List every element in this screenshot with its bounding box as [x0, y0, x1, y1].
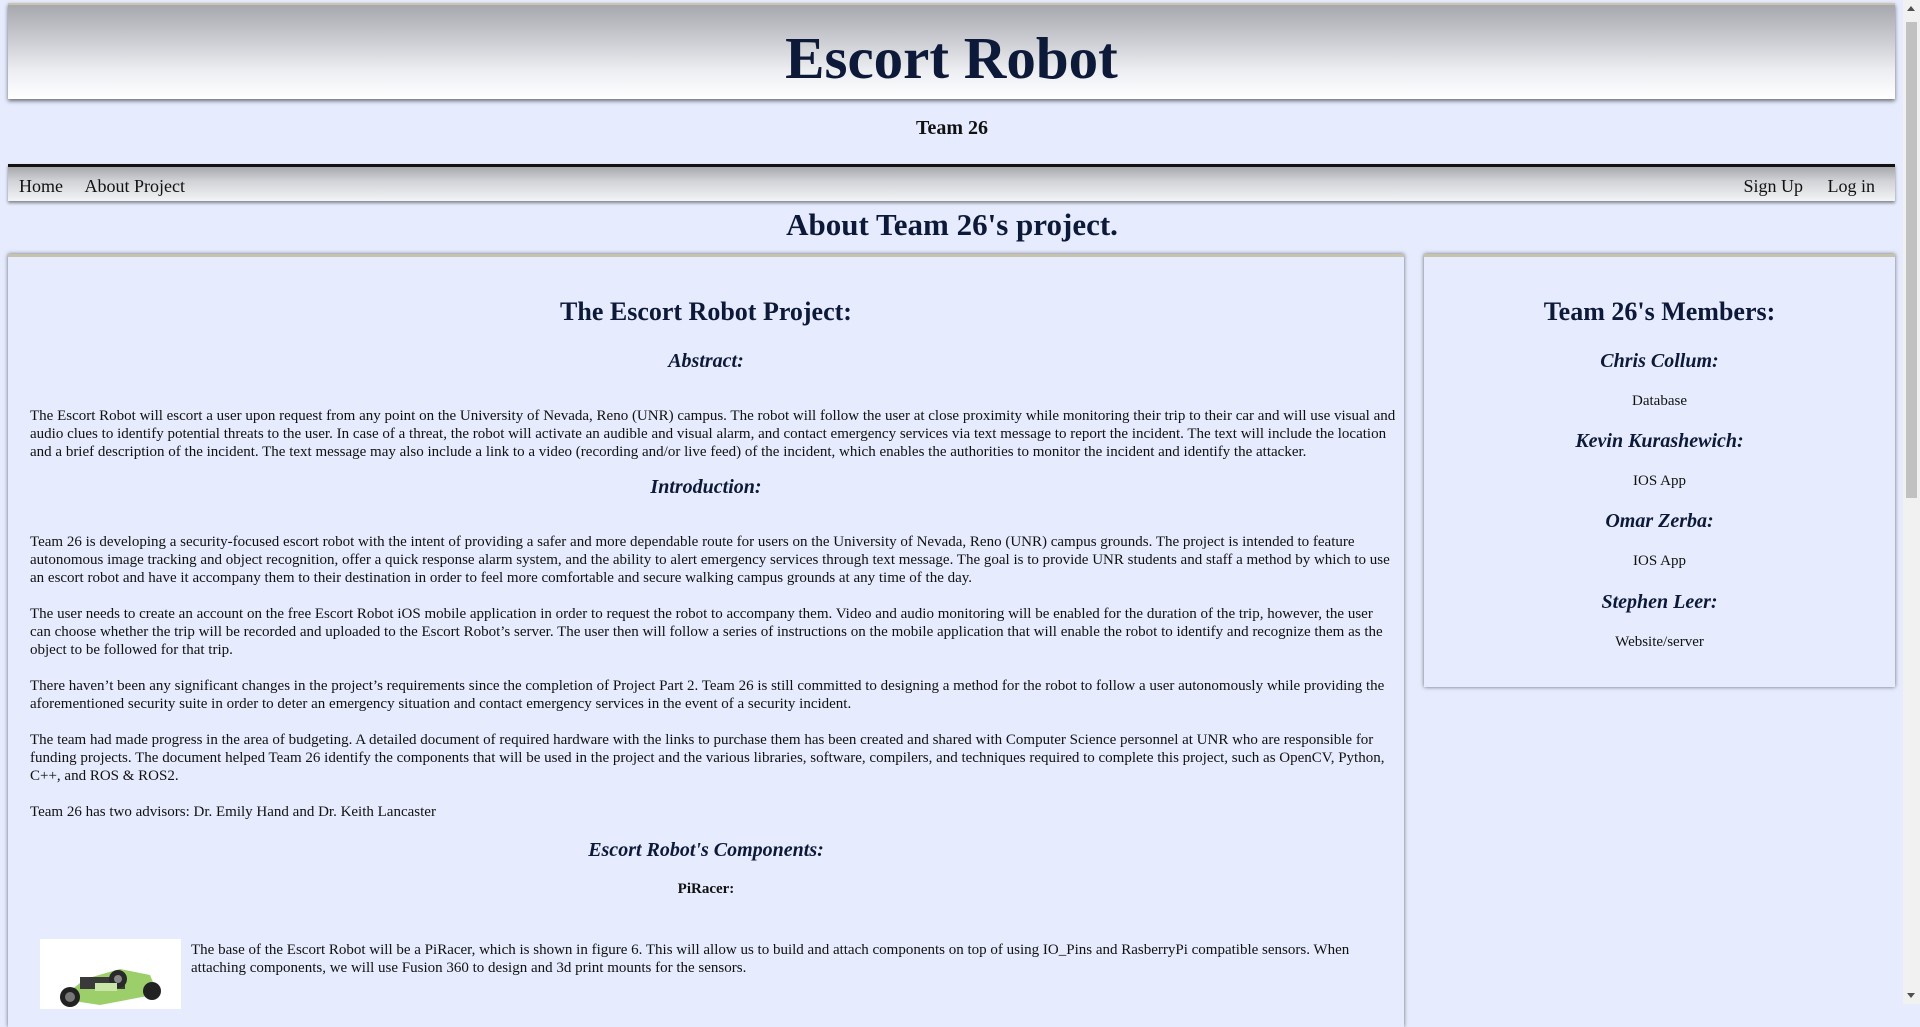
- scrollbar-thumb[interactable]: [1906, 22, 1917, 498]
- member-name: Omar Zerba:: [1605, 510, 1714, 532]
- nav-log-in[interactable]: Log in: [1828, 176, 1876, 196]
- scroll-down-arrow-icon[interactable]: [1907, 993, 1915, 998]
- member-role: IOS App: [1633, 473, 1686, 489]
- member-name: Stephen Leer:: [1601, 591, 1718, 613]
- nav-sign-up[interactable]: Sign Up: [1743, 176, 1803, 196]
- piracer-image: [40, 939, 181, 1009]
- components-heading: Escort Robot's Components:: [588, 839, 824, 861]
- site-header: Escort Robot: [8, 3, 1895, 99]
- nav-home[interactable]: Home: [19, 176, 63, 196]
- nav-bar: Home About Project Sign Up Log in: [8, 164, 1895, 201]
- team-subtitle: Team 26: [915, 117, 989, 139]
- member-name: Chris Collum:: [1600, 350, 1719, 372]
- member-role: Website/server: [1615, 634, 1704, 650]
- project-heading: The Escort Robot Project:: [560, 297, 852, 326]
- project-panel: The Escort Robot Project: Abstract: The …: [8, 254, 1404, 1027]
- page-title: About Team 26's project.: [786, 207, 1118, 242]
- member-name: Kevin Kurashewich:: [1575, 430, 1744, 452]
- piracer-heading: PiRacer:: [677, 881, 735, 897]
- piracer-text: The base of the Escort Robot will be a P…: [191, 942, 1350, 976]
- intro-paragraph-2: The user needs to create an account on t…: [30, 606, 1383, 658]
- member-role: IOS App: [1633, 553, 1686, 569]
- members-panel: Team 26's Members: Chris Collum: Databas…: [1424, 254, 1895, 687]
- abstract-text: The Escort Robot will escort a user upon…: [30, 408, 1396, 460]
- members-heading: Team 26's Members:: [1543, 297, 1776, 326]
- introduction-heading: Introduction:: [650, 476, 762, 498]
- intro-paragraph-4: The team had made progress in the area o…: [30, 732, 1385, 784]
- member-role: Database: [1632, 393, 1687, 409]
- advisors-text: Team 26 has two advisors: Dr. Emily Hand…: [30, 804, 436, 820]
- intro-paragraph-3: There haven’t been any significant chang…: [30, 678, 1385, 712]
- site-title: Escort Robot: [785, 25, 1118, 91]
- abstract-heading: Abstract:: [668, 350, 744, 372]
- vertical-scrollbar[interactable]: [1903, 0, 1920, 1004]
- intro-paragraph-1: Team 26 is developing a security-focused…: [30, 534, 1390, 586]
- scroll-up-arrow-icon[interactable]: [1907, 6, 1915, 11]
- nav-about-project[interactable]: About Project: [85, 176, 186, 196]
